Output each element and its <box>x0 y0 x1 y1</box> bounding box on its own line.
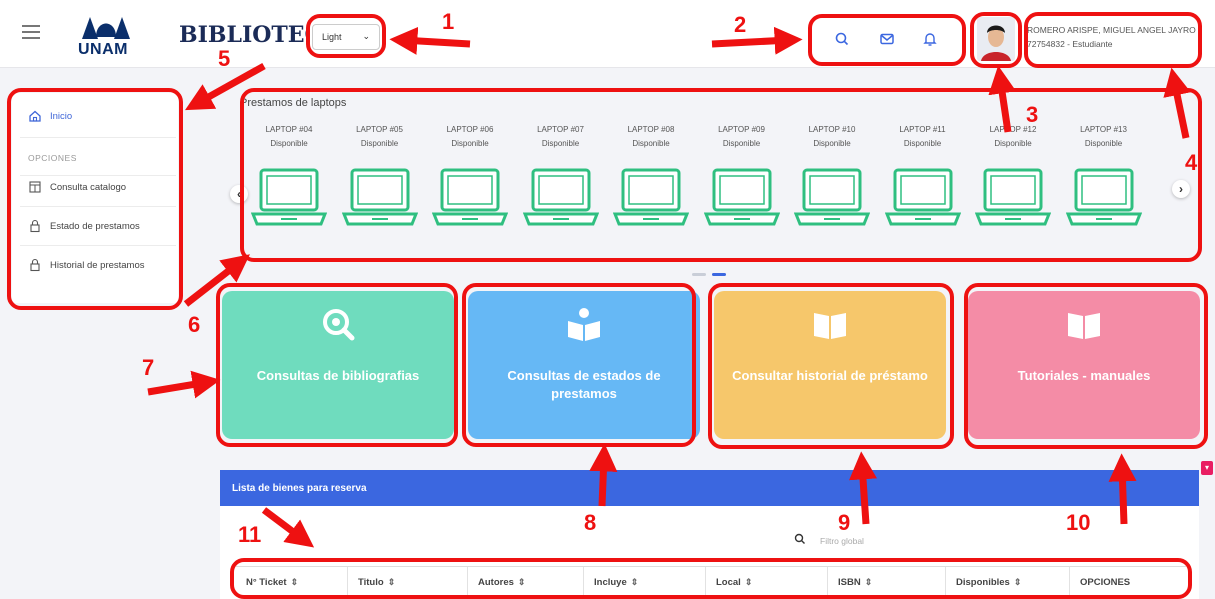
search-icon <box>794 533 805 544</box>
logo-text: UNAM <box>78 41 128 58</box>
annotation-number: 9 <box>838 510 851 535</box>
annotation-box <box>808 14 966 66</box>
annotation-box <box>230 558 1192 599</box>
annotation-number: 1 <box>442 9 455 34</box>
annotation-number: 5 <box>218 46 231 71</box>
annotation-box <box>7 88 183 310</box>
panel-collapse-button[interactable]: ▾ <box>1201 461 1213 475</box>
menu-icon[interactable] <box>22 25 40 39</box>
annotation-box <box>306 14 386 58</box>
annotation-number: 11 <box>238 522 262 547</box>
carousel-dot[interactable] <box>692 273 706 276</box>
panel-title: Lista de bienes para reserva <box>220 470 1199 506</box>
filter-placeholder: Filtro global <box>820 536 864 546</box>
app-title: BIBLIOTECA <box>179 22 307 48</box>
carousel-dot-active[interactable] <box>712 273 726 276</box>
annotation-number: 2 <box>734 12 747 37</box>
annotation-number: 3 <box>1026 102 1039 127</box>
annotation-number: 10 <box>1066 510 1091 535</box>
unam-logo: UNAM <box>74 11 138 59</box>
annotation-arrow <box>147 370 221 399</box>
annotation-number: 8 <box>584 510 597 535</box>
annotation-box <box>708 283 954 449</box>
annotation-box <box>970 12 1022 68</box>
annotation-number: 6 <box>188 312 201 337</box>
annotation-number: 7 <box>142 355 155 380</box>
annotation-box <box>462 283 696 447</box>
annotation-box <box>216 283 458 447</box>
annotation-box <box>1024 12 1202 68</box>
annotation-number: 4 <box>1185 150 1198 175</box>
annotation-box <box>240 88 1202 262</box>
annotation-box <box>964 283 1208 449</box>
